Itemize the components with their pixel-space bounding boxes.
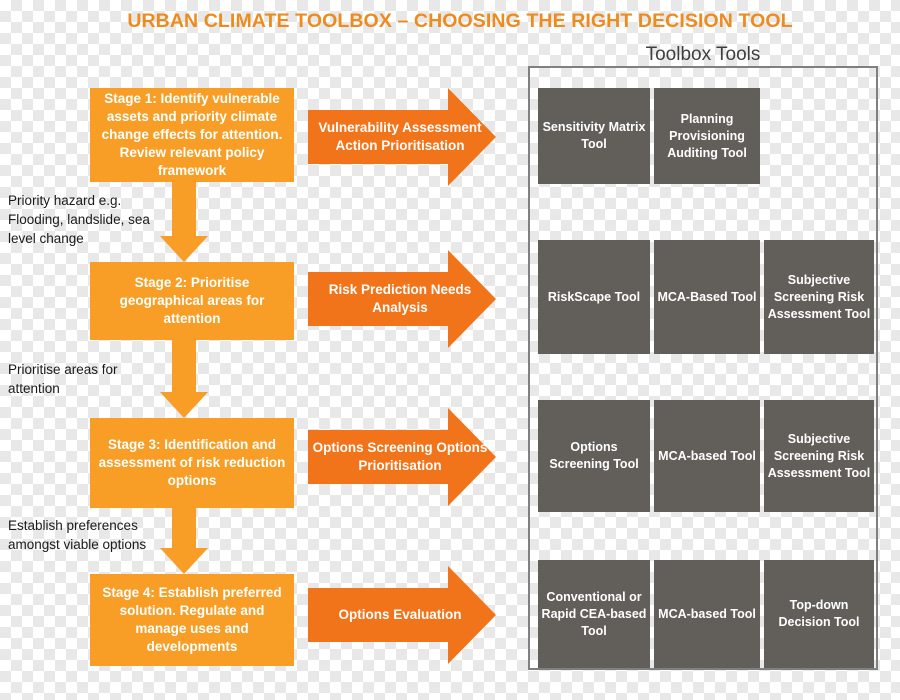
side-note-1: Priority hazard e.g. Flooding, landslide… — [8, 193, 150, 246]
stage-box-2[interactable]: Stage 2: Prioritise geographical areas f… — [90, 262, 294, 340]
stage-box-1[interactable]: Stage 1: Identify vulnerable assets and … — [90, 88, 294, 182]
tool-subjective-screening-risk-2[interactable]: Subjective Screening Risk Assessment Too… — [764, 240, 874, 354]
tool-subjective-screening-risk-3[interactable]: Subjective Screening Risk Assessment Too… — [764, 400, 874, 512]
tool-riskscape[interactable]: RiskScape Tool — [538, 240, 650, 354]
side-note-3: Establish preferences amongst viable opt… — [8, 518, 147, 552]
tool-mca-based-2[interactable]: MCA-Based Tool — [654, 240, 760, 354]
tool-sensitivity-matrix[interactable]: Sensitivity Matrix Tool — [538, 88, 650, 184]
tool-planning-provisioning-auditing[interactable]: Planning Provisioning Auditing Tool — [654, 88, 760, 184]
tool-options-screening[interactable]: Options Screening Tool — [538, 400, 650, 512]
tool-mca-based-4[interactable]: MCA-based Tool — [654, 560, 760, 668]
stage-box-4[interactable]: Stage 4: Establish preferred solution. R… — [90, 574, 294, 666]
side-note-2: Prioritise areas for attention — [8, 362, 118, 396]
tool-cea-based[interactable]: Conventional or Rapid CEA-based Tool — [538, 560, 650, 668]
tool-mca-based-3[interactable]: MCA-based Tool — [654, 400, 760, 512]
tool-top-down-decision[interactable]: Top-down Decision Tool — [764, 560, 874, 668]
diagram-canvas: URBAN CLIMATE TOOLBOX – CHOOSING THE RIG… — [0, 0, 900, 700]
stage-box-3[interactable]: Stage 3: Identification and assessment o… — [90, 418, 294, 508]
